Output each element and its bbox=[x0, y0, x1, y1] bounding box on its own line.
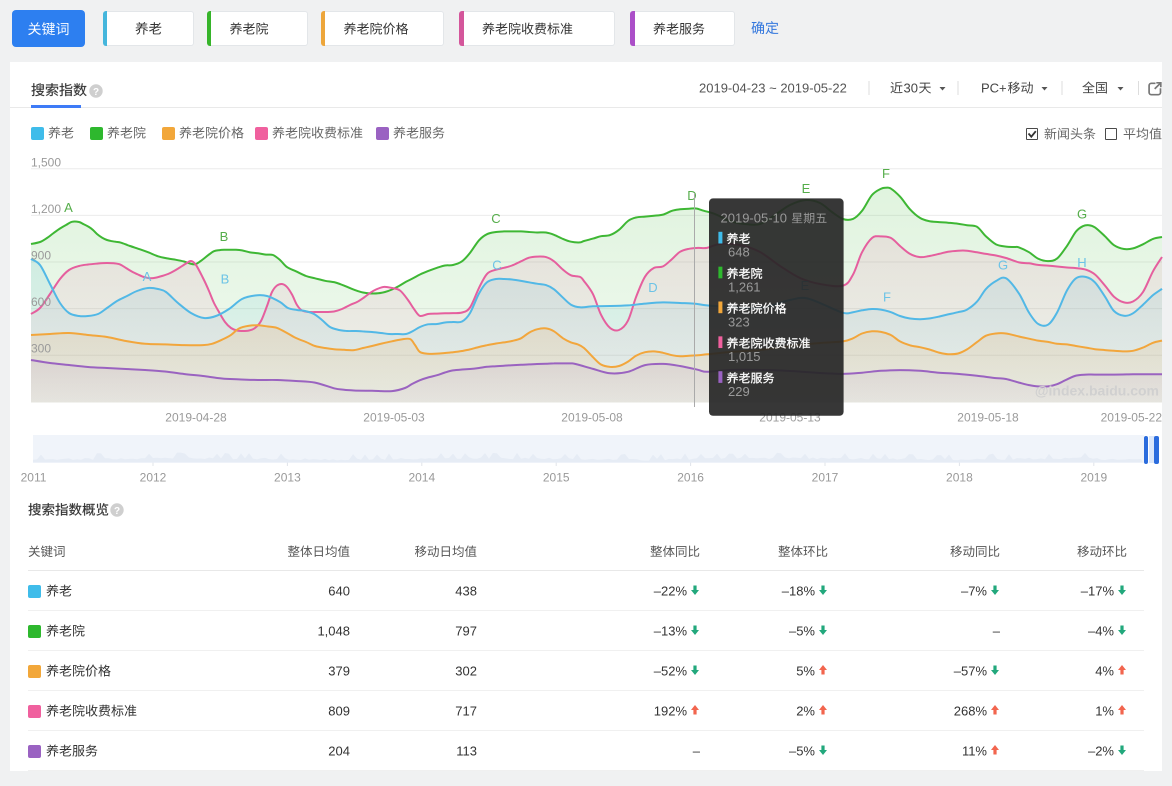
svg-text:–13%: –13% bbox=[654, 624, 688, 639]
svg-text:648: 648 bbox=[728, 245, 750, 260]
svg-text:2013: 2013 bbox=[274, 471, 301, 485]
svg-text:438: 438 bbox=[455, 584, 477, 599]
svg-text:204: 204 bbox=[328, 744, 350, 759]
svg-text:–52%: –52% bbox=[654, 664, 688, 679]
svg-text:11%: 11% bbox=[962, 744, 987, 759]
svg-text:–22%: –22% bbox=[654, 584, 688, 599]
svg-text:–57%: –57% bbox=[954, 664, 988, 679]
svg-text:2017: 2017 bbox=[812, 471, 839, 485]
svg-text:1,048: 1,048 bbox=[317, 624, 350, 639]
svg-text:4%: 4% bbox=[1095, 664, 1114, 679]
svg-text:–7%: –7% bbox=[961, 584, 987, 599]
svg-text:2019: 2019 bbox=[1080, 471, 1107, 485]
svg-text:809: 809 bbox=[328, 704, 350, 719]
svg-text:1,261: 1,261 bbox=[728, 279, 761, 294]
svg-text:113: 113 bbox=[456, 744, 477, 759]
svg-text:192%: 192% bbox=[654, 704, 688, 719]
svg-text:797: 797 bbox=[455, 624, 477, 639]
svg-text:2%: 2% bbox=[796, 704, 815, 719]
svg-text:–5%: –5% bbox=[789, 624, 815, 639]
svg-text:268%: 268% bbox=[954, 704, 988, 719]
svg-text:PC+: PC+ bbox=[981, 81, 1007, 96]
svg-text:–5%: –5% bbox=[789, 744, 815, 759]
svg-text:2011: 2011 bbox=[21, 471, 47, 485]
svg-text:323: 323 bbox=[728, 314, 750, 329]
svg-text:–17%: –17% bbox=[1081, 584, 1115, 599]
svg-text:?: ? bbox=[114, 506, 120, 517]
svg-text:–18%: –18% bbox=[782, 584, 816, 599]
svg-text:2015: 2015 bbox=[543, 471, 570, 485]
svg-text:302: 302 bbox=[455, 664, 477, 679]
svg-text:2014: 2014 bbox=[408, 471, 435, 485]
svg-text:–2%: –2% bbox=[1088, 744, 1114, 759]
svg-text:?: ? bbox=[93, 87, 99, 98]
svg-text:2012: 2012 bbox=[140, 471, 167, 485]
svg-text:–4%: –4% bbox=[1088, 624, 1114, 639]
svg-text:2018: 2018 bbox=[946, 471, 973, 485]
svg-text:–: – bbox=[693, 744, 701, 759]
svg-text:1,015: 1,015 bbox=[728, 349, 761, 364]
svg-text:2019-04-23 ~ 2019-05-22: 2019-04-23 ~ 2019-05-22 bbox=[699, 81, 847, 96]
svg-text:2016: 2016 bbox=[677, 471, 704, 485]
svg-text:–: – bbox=[993, 624, 1001, 639]
svg-text:229: 229 bbox=[728, 384, 750, 399]
svg-text:640: 640 bbox=[328, 584, 350, 599]
svg-text:379: 379 bbox=[328, 664, 350, 679]
svg-text:5%: 5% bbox=[796, 664, 815, 679]
svg-text:30: 30 bbox=[904, 81, 918, 96]
svg-text:1%: 1% bbox=[1095, 704, 1114, 719]
svg-text:2019-05-10: 2019-05-10 bbox=[721, 211, 788, 226]
svg-text:717: 717 bbox=[455, 704, 477, 719]
